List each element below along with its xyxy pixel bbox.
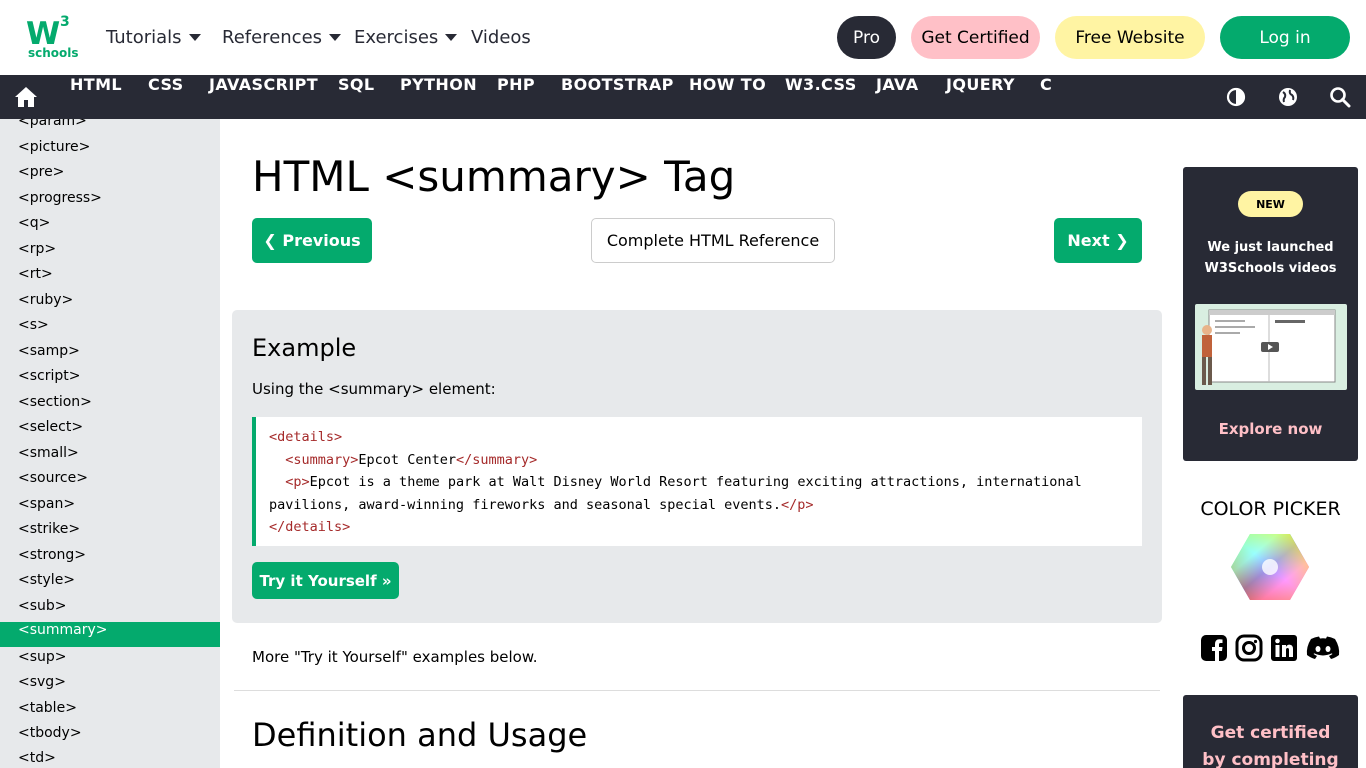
nav-videos[interactable]: Videos — [471, 27, 531, 48]
sidebar-item-rt[interactable]: <rt> — [0, 266, 220, 291]
nav-exercises-label: Exercises — [354, 27, 439, 48]
sidebar-item-picture[interactable]: <picture> — [0, 139, 220, 164]
logo-schools: schools — [28, 46, 79, 60]
nav-c[interactable]: C — [1040, 75, 1052, 119]
cert-line-2: by completing — [1202, 750, 1339, 768]
sidebar-item-ruby[interactable]: <ruby> — [0, 292, 220, 317]
new-badge: NEW — [1238, 191, 1303, 217]
sidebar-item-sub[interactable]: <sub> — [0, 598, 220, 623]
nav-references[interactable]: References — [222, 27, 342, 48]
free-website-button[interactable]: Free Website — [1055, 16, 1205, 59]
sidebar-item-strike[interactable]: <strike> — [0, 521, 220, 546]
nav-php[interactable]: PHP — [497, 75, 535, 119]
nav-references-label: References — [222, 27, 323, 48]
sidebar-item-rp[interactable]: <rp> — [0, 241, 220, 266]
sidebar-item-table[interactable]: <table> — [0, 700, 220, 725]
sidebar-item-svg[interactable]: <svg> — [0, 674, 220, 699]
caret-down-icon — [329, 34, 342, 41]
divider — [234, 690, 1160, 691]
nav-java[interactable]: JAVA — [876, 75, 919, 119]
example-subtitle: Using the <summary> element: — [252, 380, 496, 398]
facebook-icon[interactable] — [1200, 634, 1228, 662]
complete-reference-button[interactable]: Complete HTML Reference — [591, 218, 835, 263]
page-title: HTML <summary> Tag — [252, 152, 736, 201]
contrast-icon[interactable] — [1225, 86, 1247, 108]
sidebar-item-samp[interactable]: <samp> — [0, 343, 220, 368]
sidebar-item-style[interactable]: <style> — [0, 572, 220, 597]
nav-tutorials[interactable]: Tutorials — [106, 27, 201, 48]
sidebar-item-sup[interactable]: <sup> — [0, 649, 220, 674]
ad-line-2: W3Schools videos — [1204, 261, 1337, 276]
nav-html[interactable]: HTML — [70, 75, 122, 119]
cert-line-1: Get certified — [1210, 723, 1331, 743]
code-example: <details> <summary>Epcot Center</summary… — [252, 417, 1142, 546]
example-title: Example — [252, 334, 357, 362]
sidebar-item-param[interactable]: <param> — [0, 119, 220, 138]
sidebar: <param> <picture> <pre> <progress> <q> <… — [0, 119, 220, 768]
nav-how-to[interactable]: HOW TO — [689, 75, 766, 119]
caret-down-icon — [445, 34, 458, 41]
login-button[interactable]: Log in — [1220, 16, 1350, 59]
ad-line-1: We just launched — [1207, 240, 1334, 255]
linkedin-icon[interactable] — [1270, 634, 1298, 662]
sidebar-item-summary[interactable]: <summary> — [0, 622, 220, 647]
color-picker-title: COLOR PICKER — [1200, 498, 1341, 520]
nav-sql[interactable]: SQL — [338, 75, 375, 119]
sidebar-item-script[interactable]: <script> — [0, 368, 220, 393]
sidebar-item-source[interactable]: <source> — [0, 470, 220, 495]
sidebar-item-q[interactable]: <q> — [0, 215, 220, 240]
nav-python[interactable]: PYTHON — [400, 75, 477, 119]
get-certified-button[interactable]: Get Certified — [911, 16, 1040, 59]
nav-bootstrap[interactable]: BOOTSTRAP — [561, 75, 674, 119]
home-icon[interactable] — [14, 75, 38, 119]
top-header: W 3 schools Tutorials References Exercis… — [0, 0, 1366, 75]
sidebar-item-s[interactable]: <s> — [0, 317, 220, 342]
nav-exercises[interactable]: Exercises — [354, 27, 458, 48]
sidebar-item-pre[interactable]: <pre> — [0, 164, 220, 189]
nav-jquery[interactable]: JQUERY — [946, 75, 1015, 119]
logo-three: 3 — [60, 14, 70, 30]
video-thumbnail[interactable] — [1195, 304, 1347, 390]
explore-now-link[interactable]: Explore now — [1183, 420, 1358, 438]
w3schools-logo[interactable]: W 3 schools — [26, 14, 79, 62]
nav-videos-label: Videos — [471, 27, 531, 48]
instagram-icon[interactable] — [1235, 634, 1263, 662]
color-picker-icon[interactable] — [1230, 532, 1310, 602]
nav-w3css[interactable]: W3.CSS — [785, 75, 857, 119]
pro-button[interactable]: Pro — [837, 16, 896, 59]
more-examples-text: More "Try it Yourself" examples below. — [252, 648, 538, 666]
caret-down-icon — [188, 34, 201, 41]
nav-css[interactable]: CSS — [148, 75, 184, 119]
next-button[interactable]: Next ❯ — [1054, 218, 1142, 263]
sidebar-item-tbody[interactable]: <tbody> — [0, 725, 220, 750]
globe-icon[interactable] — [1277, 86, 1299, 108]
topic-navbar: HTML CSS JAVASCRIPT SQL PYTHON PHP BOOTS… — [0, 75, 1366, 119]
nav-javascript[interactable]: JAVASCRIPT — [209, 75, 318, 119]
discord-icon[interactable] — [1305, 634, 1341, 662]
sidebar-item-select[interactable]: <select> — [0, 419, 220, 444]
search-icon[interactable] — [1329, 86, 1351, 108]
sidebar-item-span[interactable]: <span> — [0, 496, 220, 521]
sidebar-item-section[interactable]: <section> — [0, 394, 220, 419]
sidebar-item-small[interactable]: <small> — [0, 445, 220, 470]
nav-tutorials-label: Tutorials — [106, 27, 182, 48]
definition-title: Definition and Usage — [252, 716, 588, 754]
sidebar-item-td[interactable]: <td> — [0, 750, 220, 768]
certification-text: Get certified by completing — [1183, 720, 1358, 768]
sidebar-item-strong[interactable]: <strong> — [0, 547, 220, 572]
sidebar-item-progress[interactable]: <progress> — [0, 190, 220, 215]
previous-button[interactable]: ❮ Previous — [252, 218, 372, 263]
try-it-yourself-button[interactable]: Try it Yourself » — [252, 562, 399, 599]
